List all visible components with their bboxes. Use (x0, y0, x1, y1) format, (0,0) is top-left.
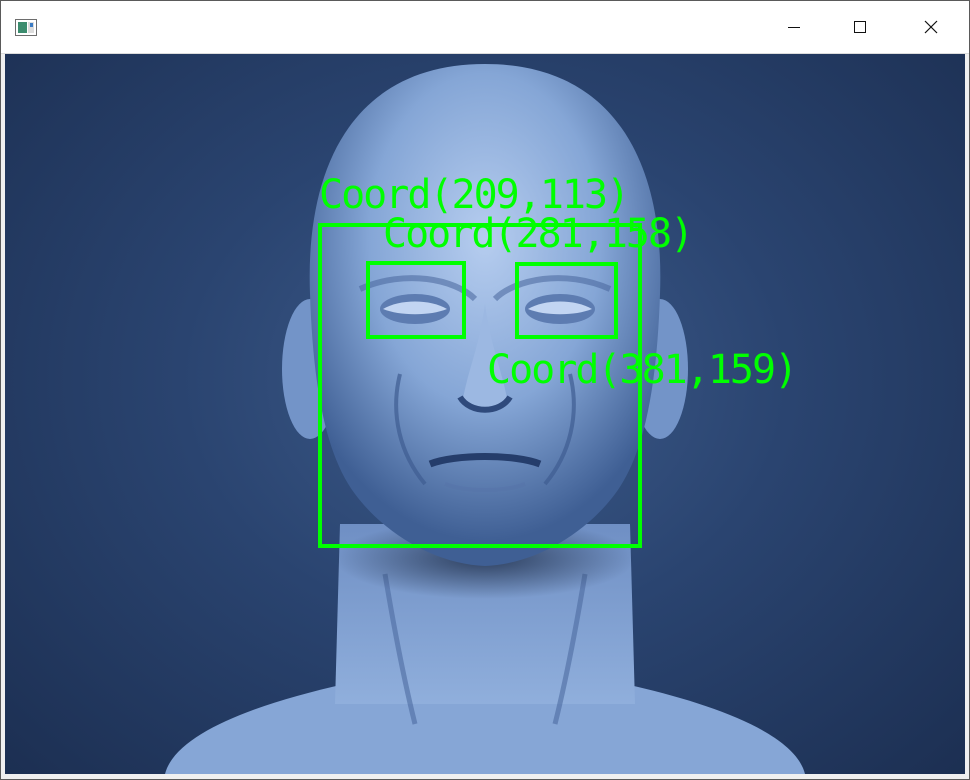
title-bar[interactable] (1, 1, 969, 54)
minimize-button[interactable] (759, 1, 829, 53)
opencv-image-window: Coord(209,113) Coord(281,158) Coord(381,… (0, 0, 970, 780)
window-app-icon (15, 19, 37, 36)
video-frame: Coord(209,113) Coord(281,158) Coord(381,… (5, 54, 965, 774)
right-eye-bounding-box (515, 262, 618, 339)
maximize-button[interactable] (825, 1, 895, 53)
close-button[interactable] (896, 1, 966, 53)
maximize-icon (854, 21, 866, 33)
close-icon (924, 20, 938, 34)
minimize-icon (788, 27, 800, 28)
face-coordinate-label: Coord(209,113) (319, 172, 630, 218)
left-eye-bounding-box (366, 261, 466, 339)
right-eye-coordinate-label: Coord(381,159) (487, 347, 798, 393)
left-eye-coordinate-label: Coord(281,158) (383, 211, 694, 257)
